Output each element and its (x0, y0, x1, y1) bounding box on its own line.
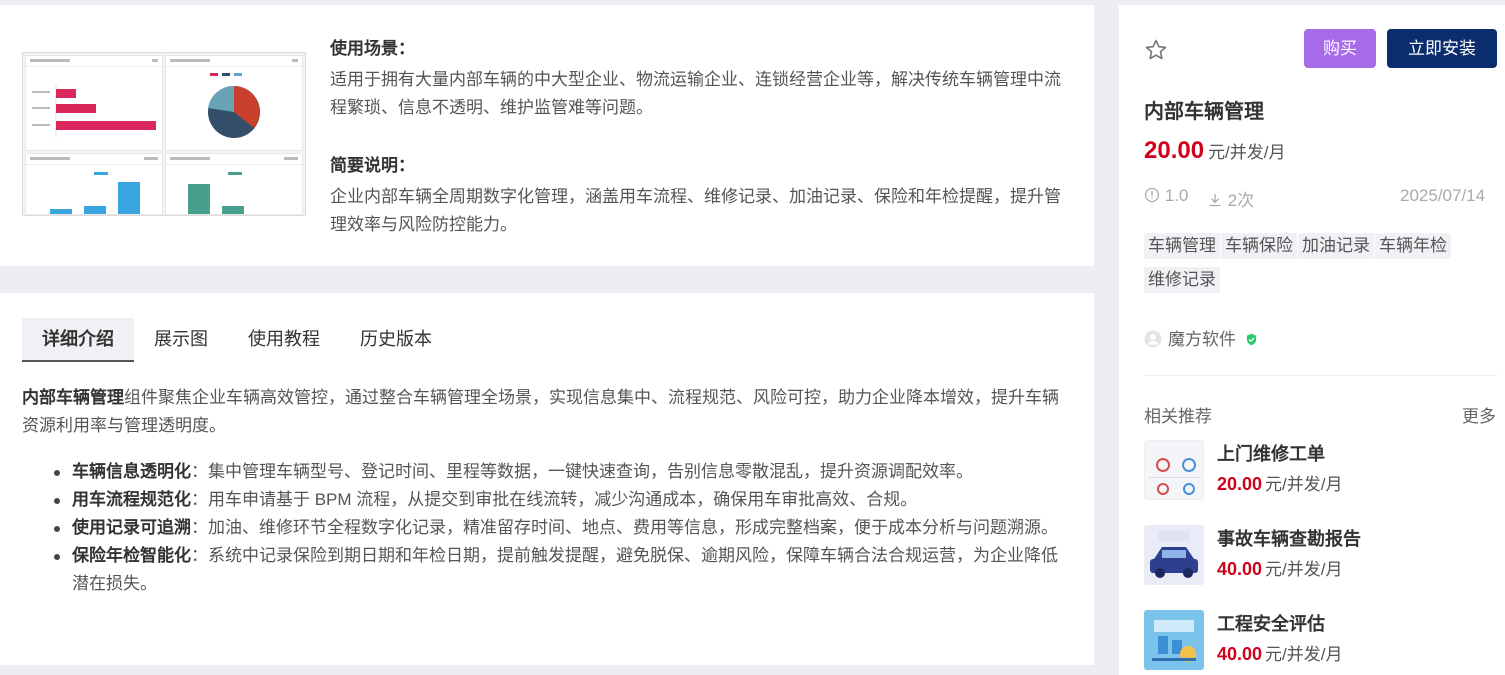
tab-tutorial[interactable]: 使用教程 (228, 318, 340, 362)
tag[interactable]: 车辆保险 (1221, 233, 1297, 259)
product-screenshot-thumbnail[interactable] (22, 52, 306, 216)
recommend-title: 相关推荐 (1144, 407, 1212, 426)
user-avatar-icon (1144, 330, 1162, 348)
usage-scenario-text: 适用于拥有大量内部车辆的中大型企业、物流运输企业、连锁经营企业等，解决传统车辆管… (330, 70, 1061, 117)
price-value: 20.00 (1144, 137, 1205, 164)
tab-screenshots[interactable]: 展示图 (134, 318, 228, 362)
feature-title: 车辆信息透明化 (72, 462, 191, 481)
price-unit: 元/并发/月 (1208, 143, 1286, 162)
tag[interactable]: 车辆管理 (1144, 233, 1220, 259)
list-item: 使用记录可追溯：加油、维修环节全程数字化记录，精准留存时间、地点、费用等信息，形… (54, 514, 1062, 542)
tab-history-versions[interactable]: 历史版本 (340, 318, 452, 362)
usage-scenario-title: 使用场景： (330, 39, 415, 58)
recommend-item-price: 40.00 元/并发/月 (1217, 640, 1343, 665)
list-item: 车辆信息透明化：集中管理车辆型号、登记时间、里程等数据，一键快速查询，告别信息零… (54, 458, 1062, 486)
feature-text: ：用车申请基于 BPM 流程，从提交到审批在线流转，减少沟通成本，确保用车审批高… (191, 490, 918, 509)
recommend-item[interactable]: 上门维修工单 20.00 元/并发/月 (1144, 440, 1497, 500)
recommend-item-price-unit: 元/并发/月 (1265, 560, 1343, 579)
list-item: 保险年检智能化：系统中记录保险到期日期和年检日期，提前触发提醒，避免脱保、逾期风… (54, 542, 1062, 598)
feature-title: 保险年检智能化 (72, 546, 191, 565)
recommend-item-price-value: 20.00 (1217, 474, 1263, 494)
recommend-more-link[interactable]: 更多 (1462, 402, 1496, 427)
tag-list: 车辆管理 车辆保险 加油记录 车辆年检维修记录 (1144, 233, 1484, 301)
download-count: 2次 (1207, 186, 1254, 211)
download-count-value: 2次 (1227, 191, 1255, 210)
download-icon (1209, 194, 1221, 207)
product-price: 20.00 元/并发/月 (1144, 137, 1286, 165)
detail-tabs: 详细介绍 展示图 使用教程 历史版本 (22, 318, 452, 362)
publish-date: 2025/07/14 (1400, 186, 1486, 205)
sidebar-divider (1144, 375, 1497, 376)
install-now-button[interactable]: 立即安装 (1387, 29, 1497, 68)
recommend-item-name: 工程安全评估 (1217, 614, 1325, 634)
tag[interactable]: 加油记录 (1298, 233, 1374, 259)
recommend-item-price: 20.00 元/并发/月 (1217, 470, 1343, 495)
detail-intro: 内部车辆管理组件聚焦企业车辆高效管控，通过整合车辆管理全场景，实现信息集中、流程… (22, 384, 1062, 440)
recommend-item-name: 事故车辆查勘报告 (1217, 529, 1361, 549)
tab-detail-intro[interactable]: 详细介绍 (22, 318, 134, 362)
recommend-item-price-unit: 元/并发/月 (1265, 475, 1343, 494)
recommend-item-price-value: 40.00 (1217, 559, 1263, 579)
recommend-item-thumbnail (1144, 440, 1204, 500)
feature-title: 用车流程规范化 (72, 490, 191, 509)
feature-text: ：加油、维修环节全程数字化记录，精准留存时间、地点、费用等信息，形成完整档案，便… (191, 518, 1058, 537)
summary-text: 企业内部车辆全周期数字化管理，涵盖用车流程、维修记录、加油记录、保险和年检提醒，… (330, 187, 1061, 234)
recommend-item-price-value: 40.00 (1217, 644, 1263, 664)
tag[interactable]: 维修记录 (1144, 267, 1220, 293)
feature-title: 使用记录可追溯 (72, 518, 191, 537)
list-item: 用车流程规范化：用车申请基于 BPM 流程，从提交到审批在线流转，减少沟通成本，… (54, 486, 1062, 514)
recommend-item[interactable]: 工程安全评估 40.00 元/并发/月 (1144, 610, 1497, 670)
version-number: 1.0 (1164, 186, 1189, 205)
recommend-item[interactable]: 事故车辆查勘报告 40.00 元/并发/月 (1144, 525, 1497, 585)
verified-shield-icon (1246, 333, 1256, 346)
feature-text: ：系统中记录保险到期日期和年检日期，提前触发提醒，避免脱保、逾期风险，保障车辆合… (72, 546, 1058, 593)
product-title: 内部车辆管理 (1144, 101, 1264, 123)
info-icon (1144, 187, 1160, 203)
recommend-item-price: 40.00 元/并发/月 (1217, 555, 1343, 580)
recommend-item-thumbnail (1144, 525, 1204, 585)
tag[interactable]: 车辆年检 (1375, 233, 1451, 259)
intro-product-name: 内部车辆管理 (22, 388, 124, 407)
recommend-item-price-unit: 元/并发/月 (1265, 645, 1343, 664)
feature-list: 车辆信息透明化：集中管理车辆型号、登记时间、里程等数据，一键快速查询，告别信息零… (22, 458, 1062, 598)
intro-text: 组件聚焦企业车辆高效管控，通过整合车辆管理全场景，实现信息集中、流程规范、风险可… (22, 388, 1059, 435)
version-info: 1.0 (1144, 186, 1188, 206)
author-name: 魔方软件 (1168, 330, 1236, 349)
recommend-item-name: 上门维修工单 (1217, 444, 1325, 464)
summary-title: 简要说明： (330, 156, 415, 175)
author-info[interactable]: 魔方软件 (1144, 325, 1258, 350)
favorite-star-icon[interactable] (1144, 38, 1168, 62)
buy-button[interactable]: 购买 (1304, 29, 1376, 68)
recommend-item-thumbnail (1144, 610, 1204, 670)
feature-text: ：集中管理车辆型号、登记时间、里程等数据，一键快速查询，告别信息零散混乱，提升资… (191, 462, 973, 481)
